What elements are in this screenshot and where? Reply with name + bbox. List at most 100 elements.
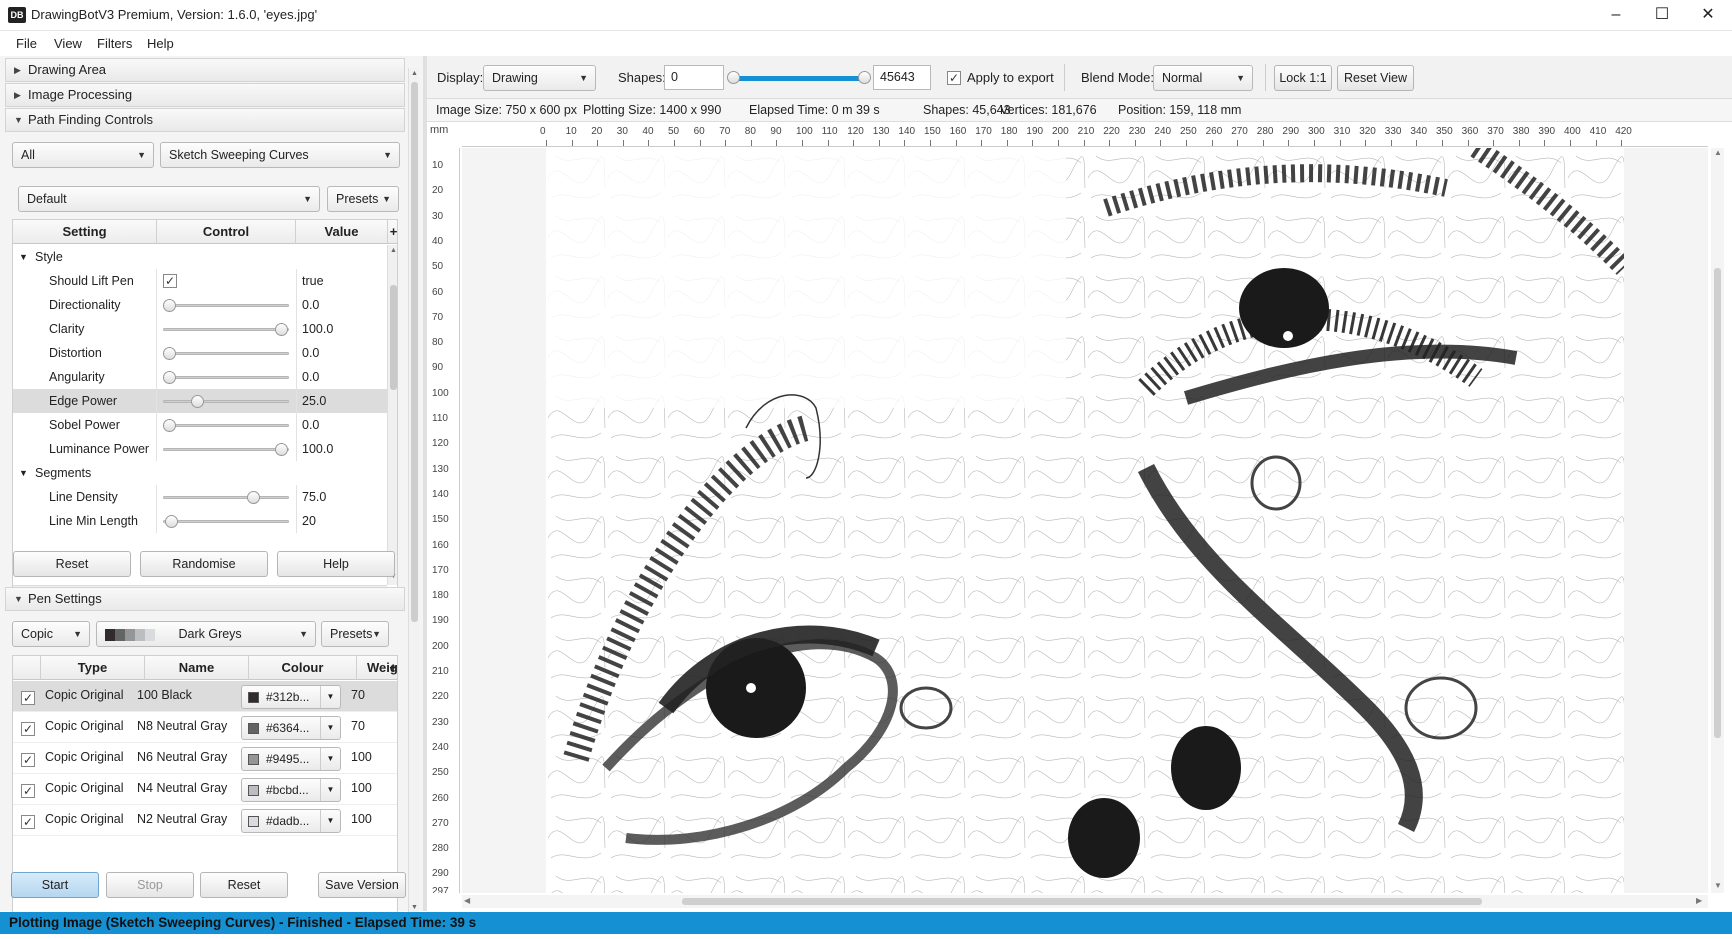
pen-presets-button[interactable]: Presets ▼: [321, 621, 389, 647]
chevron-down-icon[interactable]: ▼: [19, 461, 28, 485]
setting-value[interactable]: true: [302, 269, 324, 293]
pen-colour-picker[interactable]: #bcbd... ▼: [241, 778, 341, 802]
pen-row[interactable]: ✓ Copic Original N6 Neutral Gray #9495... ▼ 1…: [13, 743, 397, 774]
slider-knob[interactable]: [163, 299, 176, 312]
settings-group-row[interactable]: ▼ Style: [13, 245, 387, 269]
setting-slider[interactable]: [163, 443, 289, 456]
menu-help[interactable]: Help: [147, 36, 174, 51]
setting-slider[interactable]: [163, 515, 289, 528]
setting-slider[interactable]: [163, 347, 289, 360]
setting-slider[interactable]: [163, 323, 289, 336]
pen-weight[interactable]: 70: [351, 714, 365, 738]
blend-mode-select[interactable]: Normal ▼: [1153, 65, 1253, 91]
setting-value[interactable]: 0.0: [302, 365, 319, 389]
apply-to-export-checkbox[interactable]: ✓: [947, 71, 961, 85]
panel-pen-settings[interactable]: ▼ Pen Settings: [5, 587, 405, 611]
chevron-down-icon[interactable]: ▼: [320, 810, 340, 832]
shapes-max-knob[interactable]: [858, 71, 871, 84]
setting-row[interactable]: Clarity 100.0: [13, 317, 387, 341]
randomise-button[interactable]: Randomise: [140, 551, 268, 577]
setting-slider[interactable]: [163, 299, 289, 312]
setting-row[interactable]: Luminance Power 100.0: [13, 437, 387, 461]
setting-row[interactable]: Sobel Power 0.0: [13, 413, 387, 437]
pfm-presets-button[interactable]: Presets ▼: [327, 186, 399, 212]
pen-set-select[interactable]: Dark Greys ▼: [96, 621, 316, 647]
left-panel-scrollbar[interactable]: ▲ ▼: [408, 68, 419, 916]
maximize-button[interactable]: ☐: [1639, 0, 1685, 31]
pfm-algorithm-select[interactable]: Sketch Sweeping Curves ▼: [160, 142, 400, 168]
scroll-thumb[interactable]: [411, 82, 418, 622]
column-header-weight[interactable]: Weig +: [357, 656, 397, 680]
setting-row[interactable]: Line Density 75.0: [13, 485, 387, 509]
pen-enabled-checkbox[interactable]: ✓: [21, 753, 35, 767]
pen-enabled-checkbox[interactable]: ✓: [21, 815, 35, 829]
column-header-control[interactable]: Control: [157, 220, 296, 244]
panel-drawing-area[interactable]: ▶ Drawing Area: [5, 58, 405, 82]
pen-enabled-checkbox[interactable]: ✓: [21, 784, 35, 798]
settings-group-row[interactable]: ▼ Segments: [13, 461, 387, 485]
display-mode-select[interactable]: Drawing ▼: [483, 65, 596, 91]
setting-row[interactable]: Directionality 0.0: [13, 293, 387, 317]
canvas-horizontal-scrollbar[interactable]: ◀ ▶: [462, 895, 1708, 908]
pen-colour-picker[interactable]: #6364... ▼: [241, 716, 341, 740]
menu-view[interactable]: View: [54, 36, 82, 51]
close-button[interactable]: ✕: [1685, 0, 1731, 31]
add-column-button[interactable]: +: [389, 656, 397, 679]
pen-enabled-checkbox[interactable]: ✓: [21, 691, 35, 705]
slider-knob[interactable]: [247, 491, 260, 504]
slider-knob[interactable]: [275, 323, 288, 336]
start-button[interactable]: Start: [11, 872, 99, 898]
slider-knob[interactable]: [163, 347, 176, 360]
slider-knob[interactable]: [165, 515, 179, 528]
scroll-thumb[interactable]: [1714, 268, 1721, 738]
column-add-button[interactable]: +: [388, 220, 397, 244]
slider-knob[interactable]: [275, 443, 288, 456]
shapes-min-input[interactable]: 0: [664, 65, 724, 90]
chevron-down-icon[interactable]: ▼: [320, 686, 340, 708]
pen-enabled-checkbox[interactable]: ✓: [21, 722, 35, 736]
chevron-down-icon[interactable]: ▼: [320, 748, 340, 770]
reset-button[interactable]: Reset: [200, 872, 288, 898]
menu-file[interactable]: File: [16, 36, 37, 51]
pfm-reset-button[interactable]: Reset: [13, 551, 131, 577]
setting-value[interactable]: 0.0: [302, 413, 319, 437]
shapes-max-input[interactable]: 45643: [873, 65, 931, 90]
column-header-name[interactable]: Name: [145, 656, 249, 680]
shapes-range-slider[interactable]: [727, 71, 871, 84]
pen-row[interactable]: ✓ Copic Original N4 Neutral Gray #bcbd... ▼ 1…: [13, 774, 397, 805]
setting-slider[interactable]: [163, 371, 289, 384]
pen-colour-picker[interactable]: #9495... ▼: [241, 747, 341, 771]
stop-button[interactable]: Stop: [106, 872, 194, 898]
minimize-button[interactable]: –: [1593, 0, 1639, 31]
pen-row[interactable]: ✓ Copic Original N2 Neutral Gray #dadb... ▼ 1…: [13, 805, 397, 836]
settings-vertical-scrollbar[interactable]: ▲ ▼: [387, 245, 397, 585]
column-header-setting[interactable]: Setting: [13, 220, 157, 244]
column-header-colour[interactable]: Colour: [249, 656, 357, 680]
pfm-help-button[interactable]: Help: [277, 551, 395, 577]
slider-knob[interactable]: [163, 371, 176, 384]
setting-value[interactable]: 0.0: [302, 341, 319, 365]
panel-image-processing[interactable]: ▶ Image Processing: [5, 83, 405, 107]
drawing-canvas[interactable]: [546, 148, 1624, 893]
setting-value[interactable]: 100.0: [302, 317, 333, 341]
setting-row[interactable]: Angularity 0.0: [13, 365, 387, 389]
pen-weight[interactable]: 70: [351, 683, 365, 707]
scroll-thumb[interactable]: [682, 898, 1482, 905]
pen-colour-picker[interactable]: #312b... ▼: [241, 685, 341, 709]
save-version-button[interactable]: Save Version: [318, 872, 406, 898]
setting-checkbox[interactable]: ✓: [163, 274, 177, 288]
pen-weight[interactable]: 100: [351, 807, 372, 831]
setting-value[interactable]: 20: [302, 509, 316, 533]
setting-slider[interactable]: [163, 395, 289, 408]
setting-slider[interactable]: [163, 419, 289, 432]
pen-row[interactable]: ✓ Copic Original N8 Neutral Gray #6364... ▼ 7…: [13, 712, 397, 743]
scroll-thumb[interactable]: [390, 285, 397, 390]
slider-knob[interactable]: [163, 419, 176, 432]
lock-1-1-button[interactable]: Lock 1:1: [1274, 65, 1332, 91]
setting-row[interactable]: Distortion 0.0: [13, 341, 387, 365]
menu-filters[interactable]: Filters: [97, 36, 132, 51]
pfm-category-select[interactable]: All ▼: [12, 142, 154, 168]
setting-value[interactable]: 75.0: [302, 485, 326, 509]
setting-slider[interactable]: [163, 491, 289, 504]
pen-colour-picker[interactable]: #dadb... ▼: [241, 809, 341, 833]
